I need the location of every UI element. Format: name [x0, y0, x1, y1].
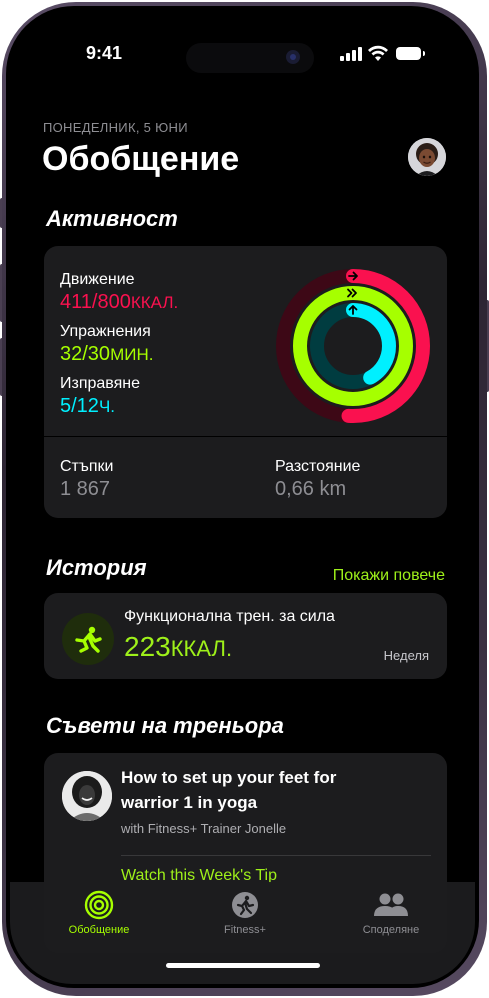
distance-value: 0,66 km [275, 478, 347, 500]
workout-card[interactable]: Функционална трен. за сила 223ККАЛ. Неде… [44, 593, 447, 679]
activity-heading: Активност [46, 206, 178, 231]
status-time: 9:41 [86, 43, 123, 63]
workout-calories: 223ККАЛ. [124, 631, 233, 662]
tip-title: How to set up your feet for warrior 1 in… [121, 768, 337, 812]
phone-frame: 9:41 ПОНЕДЕЛНИК, 5 ЮНИ Обобщение Активно… [0, 0, 489, 998]
stand-value: 5/12Ч. [60, 395, 115, 417]
tip-subtitle: with Fitness+ Trainer Jonelle [121, 821, 287, 836]
tab-summary-label: Обобщение [68, 924, 130, 936]
tab-bar: Обобщение Fitness+ Споделяне [10, 882, 475, 984]
trainer-avatar [62, 771, 112, 821]
activity-divider [44, 436, 447, 437]
workout-title: Функционална трен. за сила [124, 608, 335, 625]
camera [286, 50, 300, 64]
steps-label: Стъпки [60, 458, 114, 475]
stand-label: Изправяне [60, 375, 141, 392]
activity-rings [276, 269, 430, 423]
battery-icon [396, 47, 425, 60]
status-bar: 9:41 [10, 10, 475, 73]
profile-avatar[interactable] [408, 138, 446, 176]
history-heading: История [46, 555, 147, 580]
screen: 9:41 ПОНЕДЕЛНИК, 5 ЮНИ Обобщение Активно… [10, 10, 475, 984]
rings-tab-icon [84, 890, 114, 920]
exercise-value: 32/30МИН. [60, 343, 154, 365]
wifi-icon [368, 45, 388, 61]
date-label: ПОНЕДЕЛНИК, 5 ЮНИ [43, 120, 188, 135]
memoji-avatar-icon [408, 138, 446, 176]
workout-day: Неделя [383, 648, 429, 663]
tip-divider [121, 855, 431, 856]
cellular-signal-icon [340, 47, 362, 61]
functional-strength-icon [62, 613, 114, 665]
tab-sharing-label: Споделяне [362, 924, 420, 936]
activity-card[interactable]: Движение 411/800ККАЛ. Упражнения 32/30МИ… [44, 246, 447, 518]
people-tab-icon [374, 893, 408, 916]
show-more-link[interactable]: Покажи повече [333, 567, 445, 585]
home-indicator[interactable] [166, 963, 320, 968]
move-value: 411/800ККАЛ. [60, 291, 179, 313]
exercise-label: Упражнения [60, 323, 151, 340]
tab-fitness-plus-label: Fitness+ [224, 924, 266, 936]
page-title: Обобщение [42, 140, 240, 178]
move-label: Движение [60, 271, 135, 288]
steps-value: 1 867 [60, 478, 111, 500]
distance-label: Разстояние [275, 458, 361, 475]
fitness-plus-tab-icon [232, 892, 258, 918]
tips-heading: Съвети на треньора [46, 713, 284, 738]
